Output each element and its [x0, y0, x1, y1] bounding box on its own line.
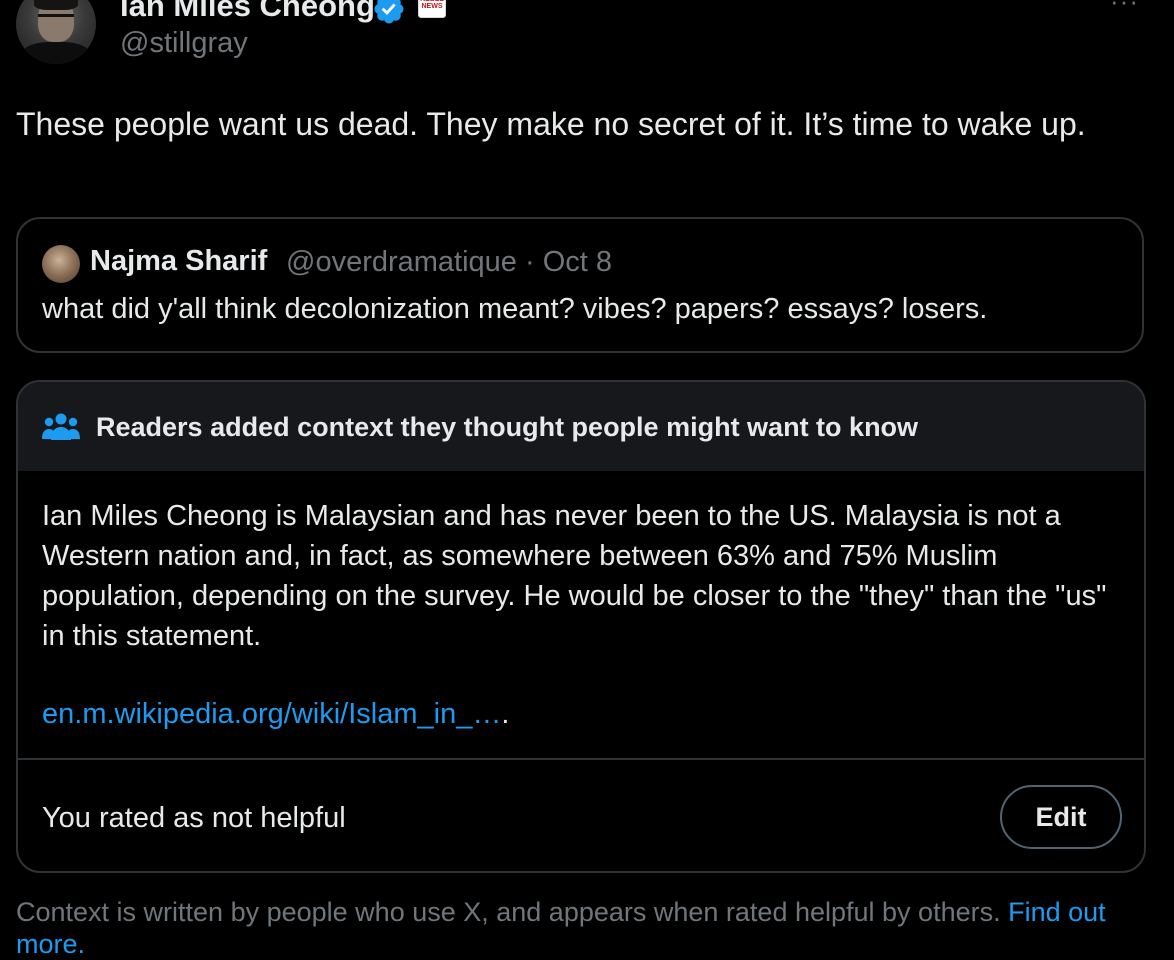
people-icon [42, 413, 80, 440]
community-notes-footer: Context is written by people who use X, … [16, 896, 1136, 960]
rating-status: You rated as not helpful [42, 802, 346, 834]
tweet-text: These people want us dead. They make no … [16, 106, 1086, 142]
quoted-author-meta: @overdramatique · Oct 8 [286, 246, 613, 278]
community-note-header: Readers added context they thought peopl… [18, 382, 1144, 471]
quoted-author-name: Najma Sharif [90, 245, 268, 277]
author-handle[interactable]: @stillgray [120, 27, 248, 60]
community-note-body: Ian Miles Cheong is Malaysian and has ne… [42, 500, 1107, 652]
avatar-glasses [38, 14, 74, 25]
edit-rating-button[interactable]: Edit [1000, 785, 1122, 849]
affiliate-badge-text: REBEL NEWS [420, 0, 444, 10]
avatar-shirt [22, 42, 90, 64]
community-note-title: Readers added context they thought peopl… [96, 412, 919, 442]
quoted-tweet-text: what did y'all think decolonization mean… [42, 293, 988, 325]
community-note-link[interactable]: en.m.wikipedia.org/wiki/Islam_in_… [42, 698, 501, 730]
quoted-tweet-card[interactable]: Najma Sharif @overdramatique · Oct 8 wha… [16, 217, 1144, 353]
community-note-divider [18, 758, 1144, 760]
more-icon[interactable]: ··· [1110, 0, 1144, 16]
quoted-author-avatar[interactable] [42, 245, 80, 283]
community-note-source: en.m.wikipedia.org/wiki/Islam_in_…. [42, 698, 509, 731]
community-note-card: Readers added context they thought peopl… [16, 380, 1146, 873]
affiliate-badge-logo[interactable]: REBEL NEWS [418, 0, 446, 18]
avatar-hair [34, 0, 78, 10]
verified-badge-icon [374, 0, 404, 24]
author-avatar[interactable] [16, 0, 96, 64]
community-note-link-trailing: . [501, 698, 510, 730]
footer-description: Context is written by people who use X, … [16, 897, 1001, 927]
author-name[interactable]: Ian Miles Cheong [120, 0, 375, 24]
